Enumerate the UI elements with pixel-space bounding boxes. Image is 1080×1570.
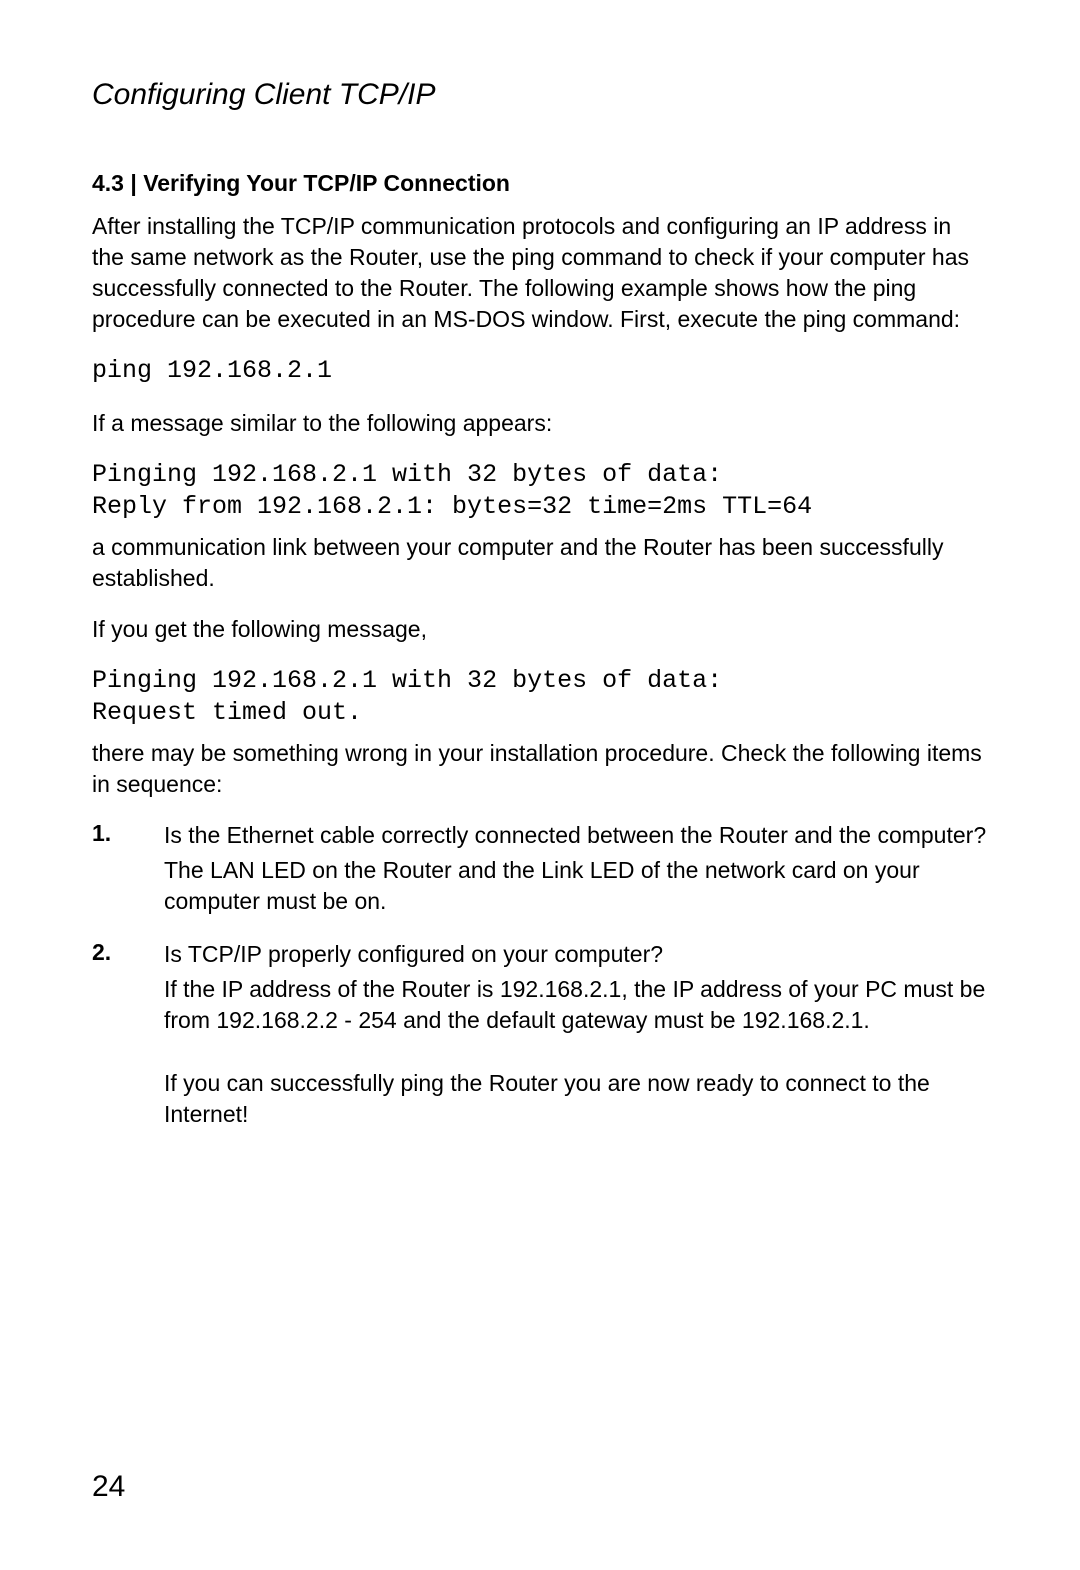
list-number: 2.	[92, 939, 164, 966]
page-number: 24	[92, 1470, 125, 1504]
section-heading: 4.3 | Verifying Your TCP/IP Connection	[92, 170, 988, 197]
list-answer: If the IP address of the Router is 192.1…	[164, 974, 988, 1036]
list-content: Is the Ethernet cable correctly connecte…	[164, 820, 988, 917]
list-item: 1. Is the Ethernet cable correctly conne…	[92, 820, 988, 917]
if-message-similar: If a message similar to the following ap…	[92, 408, 988, 439]
list-content: Is TCP/IP properly configured on your co…	[164, 939, 988, 1130]
list-question: Is TCP/IP properly configured on your co…	[164, 939, 988, 970]
wrong-install-text: there may be something wrong in your ins…	[92, 738, 988, 800]
list-item: 2. Is TCP/IP properly configured on your…	[92, 939, 988, 1130]
list-extra-note: If you can successfully ping the Router …	[164, 1068, 988, 1130]
if-following-message: If you get the following message,	[92, 614, 988, 645]
code-fail-output: Pinging 192.168.2.1 with 32 bytes of dat…	[92, 665, 988, 730]
link-established-text: a communication link between your comput…	[92, 532, 988, 594]
code-ping-command: ping 192.168.2.1	[92, 355, 988, 388]
page-header-title: Configuring Client TCP/IP	[92, 78, 988, 112]
troubleshoot-list: 1. Is the Ethernet cable correctly conne…	[92, 820, 988, 1130]
list-answer: The LAN LED on the Router and the Link L…	[164, 855, 988, 917]
list-number: 1.	[92, 820, 164, 847]
code-success-output: Pinging 192.168.2.1 with 32 bytes of dat…	[92, 459, 988, 524]
intro-paragraph: After installing the TCP/IP communicatio…	[92, 211, 988, 335]
list-question: Is the Ethernet cable correctly connecte…	[164, 820, 988, 851]
